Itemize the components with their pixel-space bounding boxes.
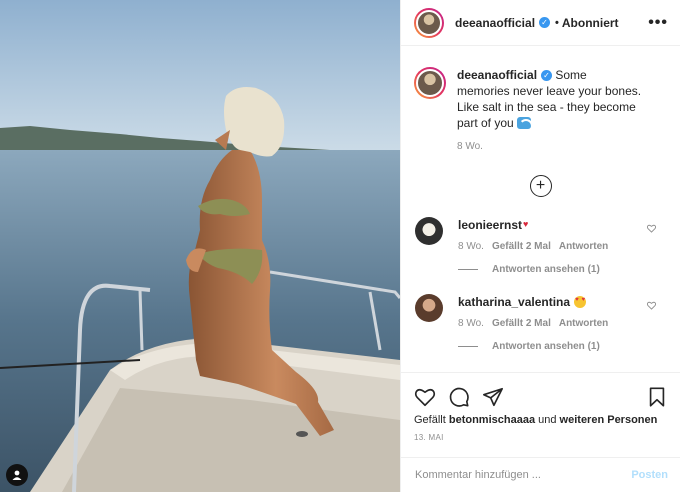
- wave-emoji-icon: [517, 117, 532, 129]
- likes-conjunction: und: [538, 414, 557, 426]
- replies-divider: [458, 269, 478, 270]
- comment-input[interactable]: [415, 469, 632, 481]
- view-replies-label: Antworten ansehen (1): [492, 341, 600, 352]
- separator-dot: •: [555, 16, 559, 29]
- comment-meta: 8 Wo. Gefällt 2 Mal Antworten: [458, 241, 668, 252]
- bookmark-icon[interactable]: [646, 386, 668, 408]
- view-replies-button[interactable]: Antworten ansehen (1): [458, 341, 668, 352]
- author-avatar[interactable]: [414, 7, 444, 38]
- add-comment-form: Posten: [401, 457, 680, 492]
- post-caption: deeanaofficial ✓ Some memories never leav…: [401, 47, 680, 155]
- heart-emoji-icon: ♥: [523, 219, 529, 229]
- comment-time[interactable]: 8 Wo.: [458, 318, 484, 329]
- commenter-avatar[interactable]: [415, 294, 443, 322]
- commenter-avatar[interactable]: [415, 217, 443, 245]
- view-replies-button[interactable]: Antworten ansehen (1): [458, 264, 668, 275]
- action-bar: [401, 373, 680, 411]
- caption-username[interactable]: deeanaofficial: [457, 68, 537, 82]
- replies-divider: [458, 346, 478, 347]
- post-photo[interactable]: [0, 0, 400, 492]
- comment-item: leonieernst♥ 8 Wo. Gefällt 2 Mal Antwort…: [401, 217, 680, 275]
- more-options-icon[interactable]: •••: [648, 14, 668, 32]
- post-header: deeanaofficial ✓ • Abonniert •••: [401, 0, 680, 46]
- reply-button[interactable]: Antworten: [559, 318, 608, 329]
- share-icon[interactable]: [482, 386, 504, 408]
- reply-button[interactable]: Antworten: [559, 241, 608, 252]
- likes-user-link[interactable]: betonmischaaaa: [449, 414, 535, 426]
- comment-likes[interactable]: Gefällt 2 Mal: [492, 241, 551, 252]
- author-username[interactable]: deeanaofficial: [455, 16, 535, 30]
- comments-section[interactable]: deeanaofficial ✓ Some memories never leav…: [401, 47, 680, 372]
- load-more-icon[interactable]: +: [529, 175, 552, 197]
- post-actions-area: Gefällt betonmischaaaa und weiteren Pers…: [401, 372, 680, 442]
- heart-eyes-emoji-icon: [574, 296, 587, 308]
- likes-prefix: Gefällt: [414, 414, 446, 426]
- commenter-username[interactable]: katharina_valentina: [458, 295, 570, 309]
- post-panel: deeanaofficial ✓ • Abonniert ••• deeanao…: [400, 0, 680, 492]
- post-comment-button[interactable]: Posten: [631, 469, 668, 481]
- follow-state-button[interactable]: Abonniert: [562, 16, 619, 30]
- caption-time[interactable]: 8 Wo.: [457, 139, 642, 155]
- commenter-username[interactable]: leonieernst: [458, 218, 522, 232]
- likes-summary: Gefällt betonmischaaaa und weiteren Pers…: [401, 411, 680, 426]
- view-replies-label: Antworten ansehen (1): [492, 264, 600, 275]
- comment-like-icon[interactable]: [647, 301, 656, 310]
- verified-badge-icon: ✓: [541, 70, 553, 82]
- photo-scene: [0, 0, 400, 492]
- comment-time[interactable]: 8 Wo.: [458, 241, 484, 252]
- verified-badge-icon: ✓: [539, 17, 551, 28]
- caption-avatar[interactable]: [414, 67, 446, 99]
- comment-item: katharina_valentina 8 Wo. Gefällt 2 Mal …: [401, 294, 680, 352]
- like-icon[interactable]: [414, 386, 436, 408]
- likes-others-link[interactable]: weiteren Personen: [560, 414, 658, 426]
- comment-like-icon[interactable]: [647, 224, 656, 233]
- comment-meta: 8 Wo. Gefällt 2 Mal Antworten: [458, 318, 668, 329]
- post-date[interactable]: 13. MAI: [401, 426, 680, 442]
- user-tag-icon[interactable]: [6, 464, 28, 486]
- comment-likes[interactable]: Gefällt 2 Mal: [492, 318, 551, 329]
- comment-icon[interactable]: [448, 386, 470, 408]
